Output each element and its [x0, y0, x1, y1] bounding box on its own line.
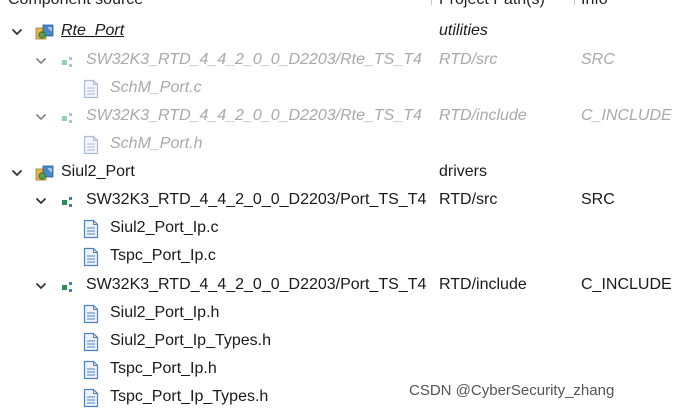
tree-item-label: Tspc_Port_Ip_Types.h: [110, 388, 269, 405]
component-icon: [34, 22, 54, 40]
tree-item-label: SW32K3_RTD_4_4_2_0_0_D2203/Port_TS_T4: [86, 191, 427, 208]
column-info[interactable]: Info: [581, 0, 608, 9]
tree-item-label: Siul2_Port_Ip.c: [110, 219, 219, 236]
file-icon: [83, 79, 103, 99]
tree-item-label: Siul2_Port_Ip_Types.h: [110, 332, 271, 349]
column-component-source[interactable]: Component source: [8, 0, 143, 9]
column-divider[interactable]: [574, 0, 575, 5]
file-icon: [83, 247, 103, 267]
tree-row-file[interactable]: SchM_Port.h: [0, 131, 673, 159]
tree-row-folder[interactable]: SW32K3_RTD_4_4_2_0_0_D2203/Rte_TS_T4 RTD/…: [0, 103, 673, 131]
file-icon: [83, 332, 103, 352]
project-path-cell: RTD/include: [439, 276, 527, 293]
column-project-path[interactable]: Project Path(s): [439, 0, 545, 9]
tree-row-folder[interactable]: SW32K3_RTD_4_4_2_0_0_D2203/Port_TS_T4 RTD…: [0, 272, 673, 300]
project-path-cell: utilities: [439, 22, 488, 39]
project-path-cell: RTD/src: [439, 191, 498, 208]
source-folder-icon: [60, 194, 80, 212]
tree-row-file[interactable]: Siul2_Port_Ip.c: [0, 215, 673, 243]
project-path-cell: RTD/include: [439, 107, 527, 124]
file-icon: [83, 388, 103, 408]
chevron-down-icon[interactable]: [34, 194, 48, 208]
info-cell: C_INCLUDE: [581, 107, 672, 124]
info-cell: C_INCLUDE: [581, 276, 672, 293]
tree-row-file[interactable]: Tspc_Port_Ip.h: [0, 356, 673, 384]
tree-row-component[interactable]: Siul2_Port drivers: [0, 159, 673, 187]
info-cell: SRC: [581, 191, 615, 208]
tree-item-label: SW32K3_RTD_4_4_2_0_0_D2203/Port_TS_T4: [86, 276, 427, 293]
column-divider[interactable]: [431, 0, 432, 5]
file-icon: [83, 360, 103, 380]
tree-row-folder[interactable]: SW32K3_RTD_4_4_2_0_0_D2203/Rte_TS_T4 RTD/…: [0, 47, 673, 75]
tree-item-label: SW32K3_RTD_4_4_2_0_0_D2203/Rte_TS_T4: [86, 51, 422, 68]
source-folder-icon: [60, 279, 80, 297]
tree-item-label: Rte_Port: [61, 22, 125, 39]
tree-item-label: Siul2_Port: [61, 163, 135, 180]
file-icon: [83, 304, 103, 324]
tree-row-file[interactable]: Siul2_Port_Ip.h: [0, 300, 673, 328]
watermark: CSDN @CyberSecurity_zhang: [409, 382, 615, 399]
tree-item-label: SW32K3_RTD_4_4_2_0_0_D2203/Rte_TS_T4: [86, 107, 422, 124]
tree-row-file[interactable]: Tspc_Port_Ip.c: [0, 243, 673, 271]
file-icon: [83, 135, 103, 155]
tree-item-label: SchM_Port.h: [110, 135, 203, 152]
tree-item-label: Siul2_Port_Ip.h: [110, 304, 220, 321]
chevron-down-icon[interactable]: [34, 54, 48, 68]
project-path-cell: drivers: [439, 163, 488, 180]
tree-row-file[interactable]: SchM_Port.c: [0, 75, 673, 103]
tree-item-label: Tspc_Port_Ip.c: [110, 247, 216, 264]
column-header: Component source Project Path(s) Info: [0, 0, 673, 11]
tree-item-label: SchM_Port.c: [110, 79, 202, 96]
tree-item-label: Tspc_Port_Ip.h: [110, 360, 217, 377]
file-icon: [83, 219, 103, 239]
source-folder-icon: [60, 110, 80, 128]
chevron-down-icon[interactable]: [10, 25, 24, 39]
tree-row-component[interactable]: Rte_Port utilities: [0, 18, 673, 46]
project-path-cell: RTD/src: [439, 51, 498, 68]
tree-row-folder[interactable]: SW32K3_RTD_4_4_2_0_0_D2203/Port_TS_T4 RTD…: [0, 187, 673, 215]
component-icon: [34, 163, 54, 181]
tree-row-file[interactable]: Siul2_Port_Ip_Types.h: [0, 328, 673, 356]
chevron-down-icon[interactable]: [10, 166, 24, 180]
source-folder-icon: [60, 54, 80, 72]
info-cell: SRC: [581, 51, 615, 68]
chevron-down-icon[interactable]: [34, 279, 48, 293]
chevron-down-icon[interactable]: [34, 110, 48, 124]
